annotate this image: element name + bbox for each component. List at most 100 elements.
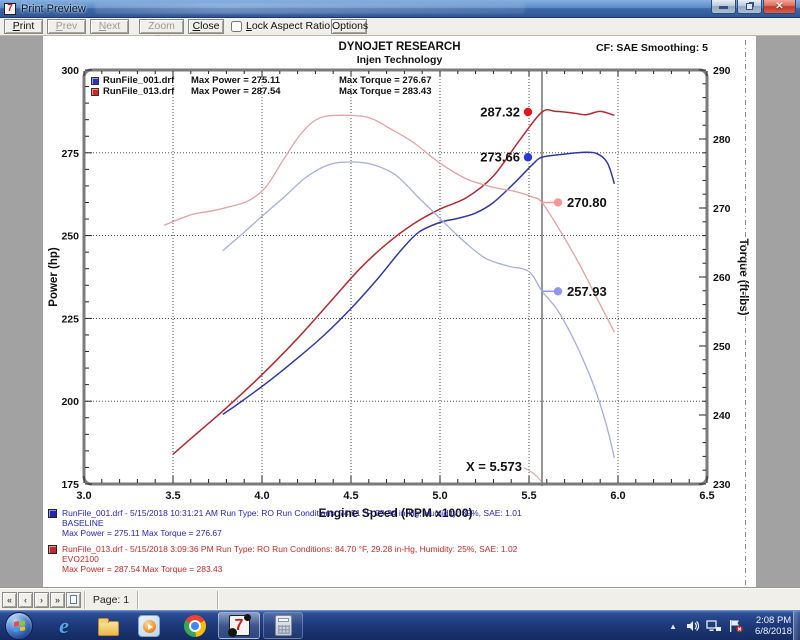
toolbar-button-print[interactable]: Print (4, 19, 43, 34)
lock-aspect-ratio-label: Lock Aspect Ratio (246, 20, 330, 32)
run-label-line: EVO2100 (62, 554, 517, 564)
taskbar-item-media-player[interactable] (137, 614, 161, 638)
legend-file: RunFile_001.drf (103, 75, 191, 86)
legend-max-torque: Max Torque = 283.43 (339, 86, 432, 97)
chart-legend: RunFile_001.drf Max Power = 275.11 Max T… (91, 75, 432, 97)
background-window-ghost-title (95, 3, 525, 14)
run-info-block: RunFile_001.drf - 5/15/2018 10:31:21 AM … (48, 508, 522, 580)
legend-chip-blue (91, 77, 99, 85)
marker-label: 270.80 (567, 195, 607, 210)
y-right-tick-label: 280 (713, 134, 731, 146)
taskbar-item-internet-explorer[interactable]: e (52, 614, 76, 638)
run-info-runfile-001: RunFile_001.drf - 5/15/2018 10:31:21 AM … (48, 508, 522, 538)
page-nav-buttons: «‹›» (0, 591, 85, 609)
action-center-flag-icon[interactable] (728, 619, 744, 633)
legend-chip-red (91, 88, 99, 96)
marker-label: 287.32 (480, 104, 520, 119)
x-tick-label: 3.0 (76, 490, 91, 502)
run-info-runfile-013: RunFile_013.drf - 5/15/2018 3:09:36 PM R… (48, 544, 522, 574)
next-page-button[interactable]: › (34, 592, 49, 608)
run-file-line: RunFile_001.drf - 5/15/2018 10:31:21 AM … (62, 508, 522, 518)
y-left-tick-label: 275 (61, 148, 79, 160)
run-stats-line: Max Power = 287.54 Max Torque = 283.43 (62, 564, 517, 574)
document-icon (70, 595, 77, 604)
run-file-line: RunFile_013.drf - 5/15/2018 3:09:36 PM R… (62, 544, 517, 554)
minimize-button[interactable] (711, 0, 736, 14)
volume-icon[interactable] (686, 619, 700, 633)
y-left-tick-label: 300 (61, 65, 79, 77)
marker-label: 273.66 (480, 150, 520, 165)
taskbar-item-windows-explorer[interactable] (96, 614, 120, 638)
runfile_013-torque-curve (164, 115, 614, 332)
app-icon: 7 (4, 3, 16, 15)
legend-row-runfile-001: RunFile_001.drf Max Power = 275.11 Max T… (91, 75, 432, 86)
legend-max-power: Max Power = 275.11 (191, 75, 339, 86)
y-right-tick-label: 250 (713, 341, 731, 353)
first-page-button[interactable]: « (2, 592, 17, 608)
windows-logo-icon (14, 620, 26, 633)
network-icon[interactable] (706, 619, 722, 633)
y-right-tick-label: 290 (713, 65, 731, 77)
run-label-line: BASELINE (62, 518, 522, 528)
statusbar-panel (138, 591, 218, 609)
close-icon: ✕ (764, 0, 795, 13)
show-hidden-icons-button[interactable]: ▲ (669, 622, 677, 631)
folder-icon (98, 621, 119, 636)
x-tick-label: 4.0 (254, 490, 269, 502)
titlebar: 7 Print Preview ✕ (0, 0, 800, 18)
taskbar-item-winpep-active[interactable]: 7 (218, 612, 260, 639)
x-tick-label: 5.5 (521, 490, 536, 502)
marker-label: 257.93 (567, 284, 607, 299)
preview-page: DYNOJET RESEARCH Injen Technology CF: SA… (43, 36, 756, 588)
close-button[interactable]: ✕ (763, 0, 796, 14)
y-right-tick-label: 270 (713, 203, 731, 215)
dyno-chart: 3.03.54.04.55.05.56.06.51752002252502753… (43, 36, 756, 588)
restore-button[interactable] (737, 0, 762, 14)
runfile_001-torque-curve (223, 162, 615, 458)
run-chip-red (48, 545, 57, 554)
start-button[interactable] (5, 612, 33, 640)
x-tick-label: 6.5 (699, 490, 714, 502)
prev-page-button[interactable]: ‹ (18, 592, 33, 608)
media-player-icon (138, 615, 160, 637)
statusbar: «‹›» Page: 1 (0, 588, 800, 610)
options-button[interactable]: Options (331, 19, 367, 34)
legend-row-runfile-013: RunFile_013.drf Max Power = 287.54 Max T… (91, 86, 432, 97)
toolbar-button-prev: Prev (47, 19, 86, 34)
y-right-tick-label: 230 (713, 479, 731, 491)
y-right-tick-label: 260 (713, 272, 731, 284)
y-left-axis-title: Power (hp) (48, 247, 60, 307)
taskbar-item-chrome[interactable] (183, 614, 207, 638)
screen: 7 Print Preview ✕ PrintPrevNextZoom OutC… (0, 0, 800, 640)
page-setup-button[interactable] (66, 592, 81, 608)
print-preview-window: 7 Print Preview ✕ PrintPrevNextZoom OutC… (0, 0, 800, 610)
caption-buttons: ✕ (710, 0, 796, 14)
lock-aspect-ratio-checkbox-row: Lock Aspect Ratio (231, 20, 330, 32)
y-right-tick-label: 240 (713, 410, 731, 422)
clock-date: 6/8/2018 (755, 626, 792, 637)
preview-client-area: DYNOJET RESEARCH Injen Technology CF: SA… (0, 36, 800, 588)
x-tick-label: 3.5 (165, 490, 180, 502)
clock-time: 2:08 PM (755, 615, 792, 626)
legend-file: RunFile_013.drf (103, 86, 191, 97)
x-tick-label: 4.5 (343, 490, 358, 502)
restore-icon (746, 3, 753, 10)
taskbar-clock[interactable]: 2:08 PM 6/8/2018 (755, 615, 792, 637)
last-page-button[interactable]: » (50, 592, 65, 608)
x-tick-label: 5.0 (432, 490, 447, 502)
system-tray: ▲ 2:08 PM 6/8/2018 (669, 611, 792, 640)
marker-dot-273.66 (524, 153, 532, 161)
y-right-axis-title: Torque (ft-lbs) (737, 238, 749, 315)
run-chip-blue (48, 509, 57, 518)
taskbar-item-calculator[interactable] (263, 612, 303, 639)
calculator-icon (275, 615, 292, 636)
winpep-icon: 7 (229, 615, 250, 636)
toolbar-button-close[interactable]: Close (188, 19, 224, 34)
y-left-tick-label: 200 (61, 396, 79, 408)
lock-aspect-ratio-checkbox[interactable] (231, 21, 242, 32)
internet-explorer-icon: e (59, 613, 69, 639)
show-desktop-button[interactable] (793, 611, 800, 640)
legend-max-torque: Max Torque = 276.67 (339, 75, 432, 86)
toolbar: PrintPrevNextZoom OutClose Lock Aspect R… (0, 18, 800, 36)
statusbar-panel (218, 591, 800, 609)
